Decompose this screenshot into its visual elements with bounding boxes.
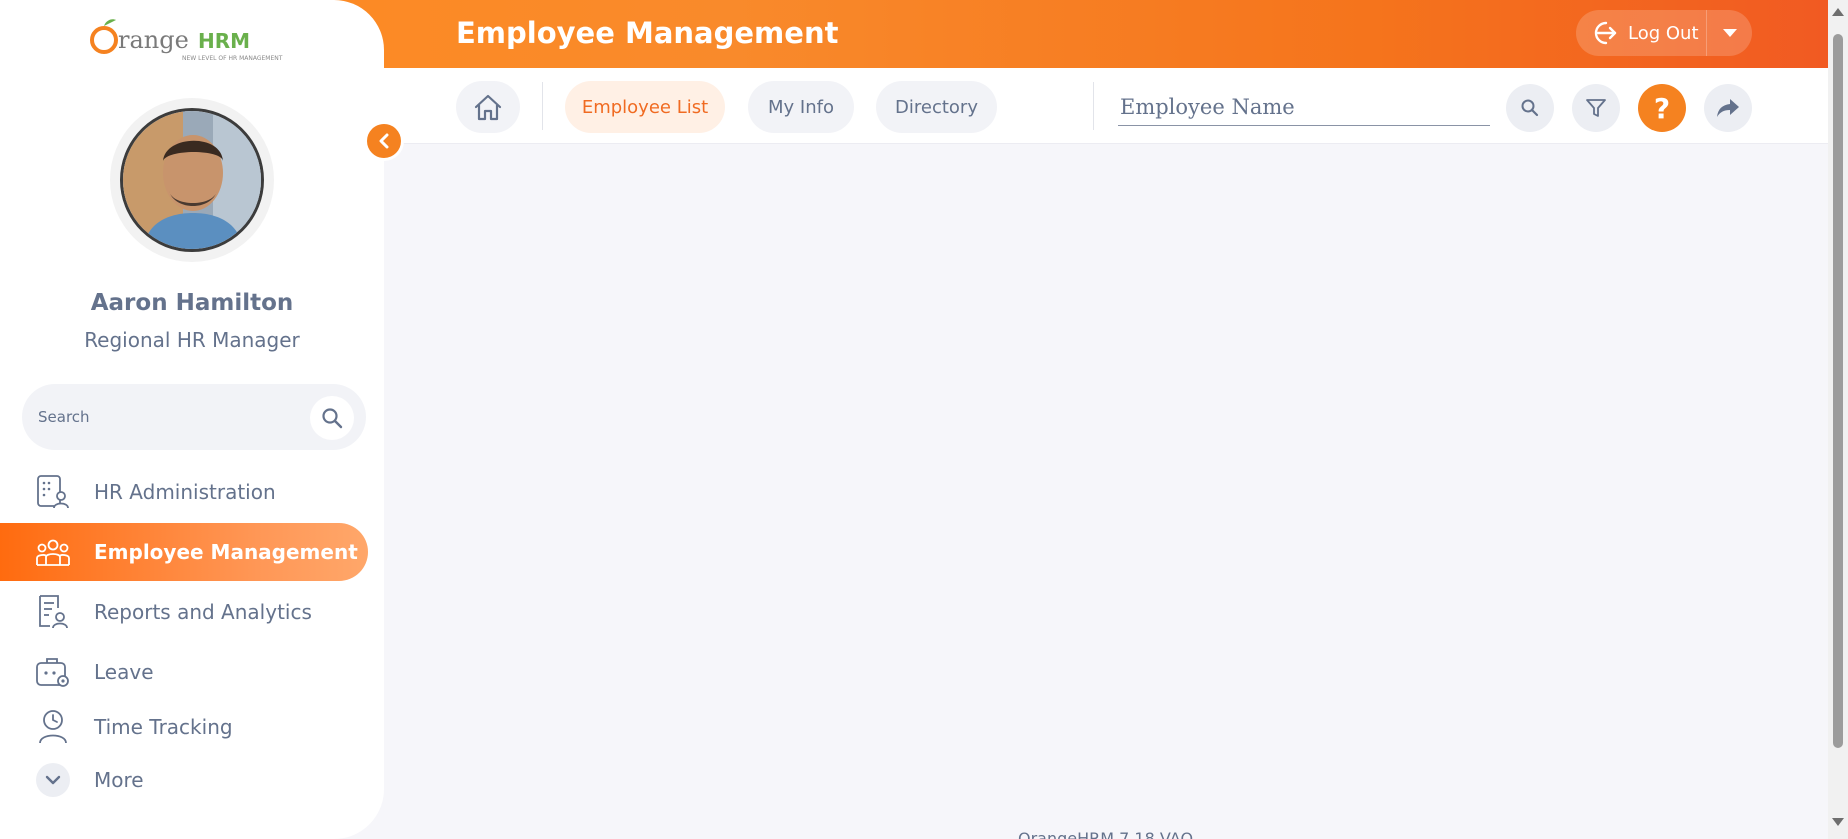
filter-button[interactable]	[1572, 84, 1620, 132]
scroll-down-arrow[interactable]	[1832, 818, 1844, 826]
sidebar-item-label: Employee Management	[94, 540, 358, 564]
logout-group: Log Out	[1576, 10, 1752, 56]
chevron-down-icon	[36, 763, 70, 797]
logout-icon	[1594, 21, 1617, 45]
sidebar-item-leave[interactable]: Leave	[0, 643, 368, 701]
sidebar-search-input[interactable]	[38, 404, 288, 430]
sidebar-item-label: Time Tracking	[94, 715, 233, 739]
time-tracking-icon	[34, 708, 72, 746]
filter-icon	[1586, 99, 1606, 117]
sidebar-collapse-button[interactable]	[364, 121, 404, 161]
user-name: Aaron Hamilton	[90, 290, 294, 316]
page-title: Employee Management	[456, 16, 839, 50]
tab-directory[interactable]: Directory	[876, 81, 997, 133]
avatar[interactable]	[120, 108, 264, 252]
search-icon	[1521, 99, 1539, 117]
sidebar-search	[22, 384, 366, 450]
divider	[1093, 82, 1094, 130]
chevron-left-icon	[379, 133, 389, 149]
employee-management-icon	[34, 533, 72, 571]
caret-down-icon	[1722, 29, 1737, 37]
sidebar-item-label: Reports and Analytics	[94, 600, 312, 624]
scroll-up-arrow[interactable]	[1832, 8, 1844, 16]
scroll-thumb[interactable]	[1833, 34, 1843, 748]
orangehrm-logo[interactable]: range HRM NEW LEVEL OF HR MANAGEMENT	[88, 14, 298, 62]
logout-label: Log Out	[1628, 22, 1699, 44]
svg-text:NEW LEVEL OF HR MANAGEMENT: NEW LEVEL OF HR MANAGEMENT	[182, 55, 283, 62]
scrollbar[interactable]	[1828, 0, 1848, 839]
avatar-frame	[110, 98, 274, 262]
logout-dropdown-button[interactable]	[1706, 10, 1752, 56]
sidebar-item-label: HR Administration	[94, 480, 276, 504]
help-button[interactable]: ?	[1638, 84, 1686, 132]
search-button[interactable]	[1506, 84, 1554, 132]
sidebar-item-time-tracking[interactable]: Time Tracking	[0, 703, 368, 751]
svg-text:range: range	[118, 26, 189, 54]
sidebar-search-button[interactable]	[310, 396, 354, 440]
sidebar-item-label: More	[94, 768, 144, 792]
user-role: Regional HR Manager	[84, 328, 300, 352]
search-icon	[322, 408, 343, 429]
hr-admin-icon	[34, 473, 72, 511]
leave-icon	[34, 653, 72, 691]
more-toggle	[34, 761, 72, 799]
svg-text:HRM: HRM	[198, 29, 250, 53]
sidebar-item-hr-administration[interactable]: HR Administration	[0, 463, 368, 521]
tab-employee-list[interactable]: Employee List	[565, 81, 725, 133]
divider	[542, 82, 543, 130]
tab-my-info[interactable]: My Info	[748, 81, 854, 133]
reports-icon	[34, 593, 72, 631]
share-icon	[1717, 99, 1739, 117]
sidebar: range HRM NEW LEVEL OF HR MANAGEMENT Aar…	[0, 0, 384, 839]
sidebar-item-employee-management[interactable]: Employee Management	[0, 523, 368, 581]
home-icon	[474, 94, 502, 121]
sub-navigation: Employee List My Info Directory ?	[384, 68, 1828, 144]
footer-version: OrangeHRM 7.18.VAO	[1018, 829, 1194, 839]
logout-button[interactable]: Log Out	[1576, 10, 1706, 56]
sidebar-item-more[interactable]: More	[0, 751, 368, 809]
home-button[interactable]	[456, 81, 520, 133]
sidebar-item-label: Leave	[94, 660, 154, 684]
share-button[interactable]	[1704, 84, 1752, 132]
employee-name-input[interactable]	[1118, 88, 1490, 126]
sidebar-item-reports-and-analytics[interactable]: Reports and Analytics	[0, 583, 368, 641]
